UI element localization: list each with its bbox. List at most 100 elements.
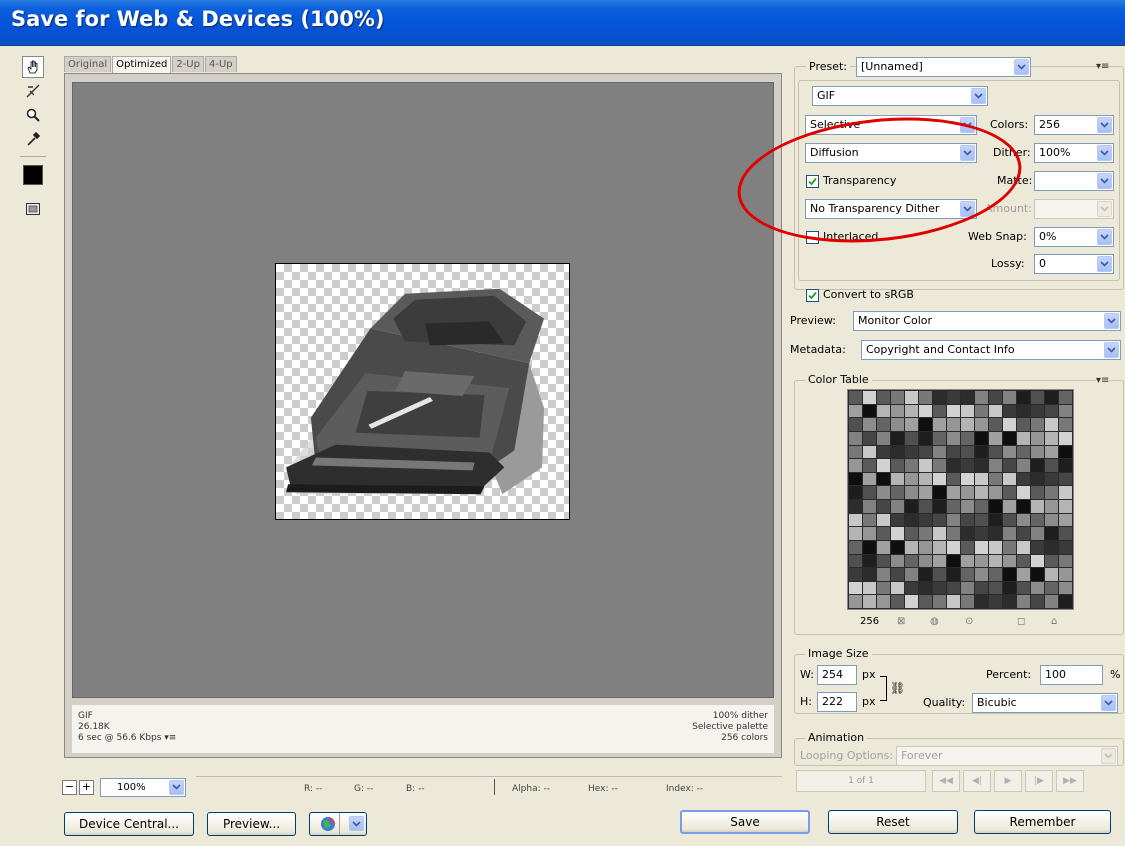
color-swatch[interactable]	[947, 486, 960, 499]
color-swatch[interactable]	[1031, 554, 1044, 568]
color-swatch[interactable]	[891, 568, 904, 581]
link-icon[interactable]: ⛓	[890, 678, 905, 698]
color-swatch[interactable]	[975, 595, 988, 608]
color-swatch[interactable]	[863, 513, 876, 527]
websnap-select[interactable]: 0%	[1034, 227, 1114, 247]
preview-select[interactable]: Monitor Color	[853, 311, 1121, 331]
color-swatch[interactable]	[1045, 418, 1058, 431]
color-swatch[interactable]	[1045, 513, 1058, 527]
color-swatch[interactable]	[891, 595, 904, 608]
color-swatch[interactable]	[933, 568, 946, 581]
color-swatch[interactable]	[1045, 500, 1058, 513]
color-swatch[interactable]	[891, 418, 904, 431]
color-swatch[interactable]	[905, 527, 918, 540]
color-swatch[interactable]	[905, 404, 918, 418]
trash-icon[interactable]: ⌂	[1051, 616, 1057, 627]
color-swatch[interactable]	[975, 568, 988, 581]
color-swatch[interactable]	[989, 554, 1002, 568]
color-swatch[interactable]	[877, 581, 890, 595]
color-swatch[interactable]	[947, 431, 960, 445]
color-swatch[interactable]	[975, 472, 988, 486]
color-swatch[interactable]	[933, 554, 946, 568]
color-swatch[interactable]	[975, 486, 988, 499]
color-swatch[interactable]	[1059, 391, 1072, 404]
color-swatch[interactable]	[1045, 459, 1058, 472]
color-swatch[interactable]	[1017, 581, 1030, 595]
color-swatch[interactable]	[1031, 527, 1044, 540]
toggle-slices-button[interactable]	[22, 198, 44, 220]
color-swatch[interactable]	[863, 391, 876, 404]
color-swatch[interactable]	[891, 554, 904, 568]
color-swatch[interactable]	[1017, 527, 1030, 540]
format-select[interactable]: GIF	[812, 86, 988, 106]
color-swatch[interactable]	[919, 486, 932, 499]
color-swatch[interactable]	[989, 459, 1002, 472]
color-swatch[interactable]	[1059, 500, 1072, 513]
color-swatch[interactable]	[919, 595, 932, 608]
color-swatch[interactable]	[947, 459, 960, 472]
color-swatch[interactable]	[849, 581, 862, 595]
color-swatch[interactable]	[1017, 404, 1030, 418]
interlaced-checkbox[interactable]	[806, 231, 819, 244]
color-swatch[interactable]	[1045, 527, 1058, 540]
color-swatch[interactable]	[1045, 391, 1058, 404]
color-swatch[interactable]	[1003, 500, 1016, 513]
color-swatch[interactable]	[877, 595, 890, 608]
color-swatch[interactable]	[1059, 581, 1072, 595]
color-swatch[interactable]	[933, 459, 946, 472]
color-swatch[interactable]	[989, 527, 1002, 540]
color-swatch[interactable]	[947, 445, 960, 459]
color-swatch[interactable]	[975, 404, 988, 418]
color-swatch[interactable]	[989, 568, 1002, 581]
color-swatch[interactable]	[877, 418, 890, 431]
color-swatch[interactable]	[919, 472, 932, 486]
color-swatch[interactable]	[933, 595, 946, 608]
color-swatch[interactable]	[905, 486, 918, 499]
color-swatch[interactable]	[947, 527, 960, 540]
color-swatch[interactable]	[1031, 431, 1044, 445]
reset-button[interactable]: Reset	[828, 810, 958, 834]
convert-srgb-checkbox[interactable]	[806, 289, 819, 302]
color-swatch[interactable]	[919, 568, 932, 581]
zoom-select[interactable]: 100%	[100, 777, 186, 797]
transparency-checkbox[interactable]	[806, 175, 819, 188]
color-swatch[interactable]	[877, 431, 890, 445]
color-swatch[interactable]	[1003, 540, 1016, 554]
dither-select[interactable]: 100%	[1034, 143, 1114, 163]
color-swatch[interactable]	[849, 404, 862, 418]
lock-icon[interactable]: ⊙	[965, 616, 973, 627]
color-swatch[interactable]	[1031, 445, 1044, 459]
color-swatch[interactable]	[975, 500, 988, 513]
color-swatch[interactable]	[989, 486, 1002, 499]
color-swatch[interactable]	[891, 581, 904, 595]
color-swatch[interactable]	[1017, 431, 1030, 445]
color-swatch[interactable]	[1017, 391, 1030, 404]
tab-original[interactable]: Original	[64, 56, 112, 72]
color-swatch[interactable]	[947, 472, 960, 486]
color-swatch[interactable]	[1017, 472, 1030, 486]
color-swatch[interactable]	[961, 527, 974, 540]
color-swatch[interactable]	[961, 418, 974, 431]
color-swatch[interactable]	[1059, 527, 1072, 540]
color-swatch[interactable]	[1059, 431, 1072, 445]
color-swatch[interactable]	[877, 540, 890, 554]
color-swatch[interactable]	[891, 513, 904, 527]
color-swatch[interactable]	[961, 459, 974, 472]
color-swatch[interactable]	[877, 445, 890, 459]
color-swatch[interactable]	[919, 431, 932, 445]
color-swatch[interactable]	[933, 404, 946, 418]
map-to-transparent-icon[interactable]: ⊠	[897, 616, 905, 627]
color-swatch[interactable]	[989, 404, 1002, 418]
zoom-in-button[interactable]: +	[79, 779, 94, 795]
color-swatch[interactable]	[877, 527, 890, 540]
browser-preview-button[interactable]	[309, 812, 367, 836]
percent-input[interactable]: 100	[1040, 665, 1103, 685]
color-swatch[interactable]	[1059, 595, 1072, 608]
color-swatch[interactable]	[1031, 459, 1044, 472]
color-swatch[interactable]	[877, 500, 890, 513]
color-swatch[interactable]	[919, 404, 932, 418]
color-swatch[interactable]	[975, 391, 988, 404]
color-swatch[interactable]	[919, 459, 932, 472]
color-swatch[interactable]	[989, 445, 1002, 459]
color-swatch[interactable]	[849, 445, 862, 459]
